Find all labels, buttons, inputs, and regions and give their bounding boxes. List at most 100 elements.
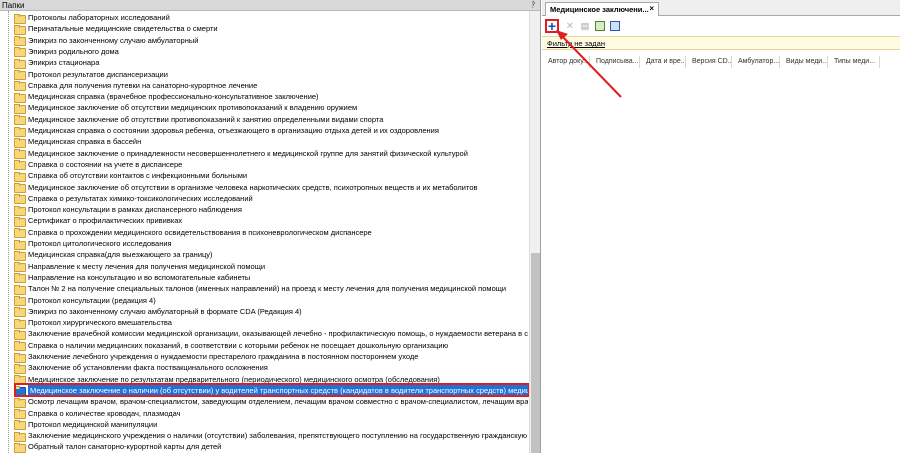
folder-icon bbox=[14, 194, 26, 205]
tree-item[interactable]: Справка о состоянии на учете в диспансер… bbox=[14, 159, 183, 171]
tree-item[interactable]: Медицинское заключение по результатам пр… bbox=[14, 374, 440, 386]
scrollbar-thumb[interactable] bbox=[531, 253, 540, 453]
tree-item[interactable]: Протокол медицинской манипуляции bbox=[14, 419, 157, 431]
folder-icon bbox=[14, 409, 26, 419]
tree-item[interactable]: Перинатальные медицинские свидетельства … bbox=[14, 23, 218, 35]
filter-label[interactable]: Фильтр не задан bbox=[547, 39, 605, 48]
tree-item[interactable]: Талон № 2 на получение специальных талон… bbox=[14, 283, 506, 295]
tree-item[interactable]: Направление на консультацию и во вспомог… bbox=[14, 272, 250, 284]
grid-column-header[interactable]: Версия CD... bbox=[686, 56, 732, 68]
tree-item[interactable]: Сертификат о профилактических прививках bbox=[14, 215, 183, 227]
tree-item[interactable]: Эпикриз по законченному случаю амбулатор… bbox=[14, 306, 302, 318]
plus-icon[interactable]: + bbox=[545, 19, 559, 33]
folder-icon bbox=[14, 36, 26, 47]
folder-icon bbox=[14, 273, 26, 284]
tree-item-label: Медицинская справка в бассейн bbox=[28, 137, 142, 147]
tree-item[interactable]: Эпикриз родильного дома bbox=[14, 46, 119, 58]
tree-item[interactable]: Обратный талон санаторно-курортной карты… bbox=[14, 441, 222, 453]
grid-column-header[interactable]: Типы меди... bbox=[828, 56, 880, 68]
tree-item[interactable]: Протоколы лабораторных исследований bbox=[14, 12, 170, 24]
folder-icon bbox=[14, 137, 26, 148]
tree-item-label: Обратный талон санаторно-курортной карты… bbox=[28, 442, 222, 452]
folder-icon bbox=[14, 47, 26, 58]
folder-icon bbox=[14, 397, 26, 408]
tree-item[interactable]: Медицинская справка в бассейн bbox=[14, 136, 142, 148]
tree-item[interactable]: Осмотр лечащим врачом, врачом-специалист… bbox=[14, 396, 528, 408]
folder-icon bbox=[14, 126, 26, 137]
document-panel: Медицинское заключени... × + ✕ ▤ Фильтр … bbox=[542, 0, 900, 453]
grid-column-header[interactable]: Подписыва... bbox=[590, 56, 640, 68]
grid-column-header[interactable]: Амбулатор... bbox=[732, 56, 780, 68]
tree-item[interactable]: Справка для получения путевки на санатор… bbox=[14, 80, 258, 92]
tree-item-label: Справка для получения путевки на санатор… bbox=[28, 80, 258, 90]
tree-item[interactable]: Медицинское заключение о принадлежности … bbox=[14, 148, 468, 160]
tree-item[interactable]: Медицинская справка (врачебное профессио… bbox=[14, 91, 319, 103]
folder-icon bbox=[14, 431, 26, 442]
tree-item-label: Протокол хирургического вмешательства bbox=[28, 318, 172, 328]
tree-item[interactable]: Медицинское заключение об отсутствии про… bbox=[14, 114, 384, 126]
tree-item-label: Справка о состоянии на учете в диспансер… bbox=[28, 159, 183, 169]
folder-icon bbox=[14, 284, 26, 295]
pin-icon[interactable]: ᚹ bbox=[531, 0, 536, 9]
filter-bar[interactable]: Фильтр не задан bbox=[542, 36, 900, 50]
tree-item[interactable]: Справка о количестве кроводач, плазмодач bbox=[14, 408, 181, 419]
tree-item-label: Справка о результатах химико-токсикологи… bbox=[28, 193, 253, 203]
folders-panel: Папки ᚹ Протоколы лабораторных исследова… bbox=[0, 0, 541, 453]
folder-icon bbox=[14, 13, 26, 24]
tree-item-label: Заключение медицинского учреждения о нал… bbox=[28, 431, 528, 441]
tree-item[interactable]: Заключение об установлении факта поствак… bbox=[14, 362, 268, 374]
tree-item-label: Направление к месту лечения для получени… bbox=[28, 261, 266, 271]
tree-item[interactable]: Медицинское заключение об отсутствии в о… bbox=[14, 182, 478, 193]
grid-column-header[interactable]: Дата и вре... bbox=[640, 56, 686, 68]
tree-item[interactable]: Медицинское заключение об отсутствии мед… bbox=[14, 102, 357, 114]
folder-icon bbox=[14, 58, 26, 69]
tree-item-label: Заключение врачебной комиссии медицинско… bbox=[28, 329, 528, 339]
tree-item[interactable]: Заключение медицинского учреждения о нал… bbox=[14, 430, 528, 442]
delete-icon[interactable]: ✕ bbox=[563, 19, 577, 33]
tree-item[interactable]: Протокол результатов диспансеризации bbox=[14, 69, 168, 80]
refresh-icon[interactable] bbox=[608, 19, 622, 33]
folder-icon bbox=[14, 81, 26, 92]
tree-item[interactable]: Медицинская справка(для выезжающего за г… bbox=[14, 249, 213, 261]
toolbar: + ✕ ▤ bbox=[542, 18, 900, 34]
open-icon[interactable]: ▤ bbox=[578, 19, 592, 33]
folder-icon bbox=[14, 352, 26, 363]
tree-item-label: Медицинская справка(для выезжающего за г… bbox=[28, 250, 213, 260]
grid-column-header[interactable]: Виды меди... bbox=[780, 56, 828, 68]
tree-item[interactable]: Протокол цитологического исследования bbox=[14, 238, 172, 250]
tree-item-label: Протокол результатов диспансеризации bbox=[28, 69, 168, 79]
tree-item[interactable]: Справка о наличии медицинских показаний,… bbox=[14, 340, 448, 352]
close-icon[interactable]: × bbox=[649, 4, 654, 13]
folder-icon bbox=[14, 92, 26, 103]
tree-item-label: Сертификат о профилактических прививках bbox=[28, 216, 183, 226]
tree-item-label: Медицинское заключение об отсутствии про… bbox=[28, 114, 384, 124]
tree-item[interactable]: Справка о результатах химико-токсикологи… bbox=[14, 193, 253, 205]
tree-item[interactable]: Справка об отсутствии контактов с инфекц… bbox=[14, 170, 248, 182]
folder-tree: Протоколы лабораторных исследований Перин… bbox=[0, 11, 528, 453]
tree-item[interactable]: Протокол консультации в рамках диспансер… bbox=[14, 204, 242, 216]
tab-medical-conclusion[interactable]: Медицинское заключени... × bbox=[545, 2, 659, 16]
tree-item[interactable]: Эпикриз по законченному случаю амбулатор… bbox=[14, 35, 198, 47]
tree-item[interactable]: Протокол консультации (редакция 4) bbox=[14, 295, 156, 306]
tree-item[interactable]: Эпикриз стационара bbox=[14, 57, 99, 69]
grid-column-header[interactable]: Автор доку... bbox=[542, 56, 590, 68]
tree-item[interactable]: Протокол хирургического вмешательства bbox=[14, 317, 172, 329]
tree-item[interactable]: Медицинское заключение о наличии (об отс… bbox=[14, 384, 528, 397]
export-icon[interactable] bbox=[593, 19, 607, 33]
folder-icon bbox=[14, 24, 26, 35]
folder-icon bbox=[14, 205, 26, 216]
vertical-scrollbar[interactable] bbox=[529, 11, 540, 453]
tree-item-label: Эпикриз родильного дома bbox=[28, 46, 119, 56]
tab-label: Медицинское заключени... bbox=[550, 5, 649, 14]
tree-item[interactable]: Направление к месту лечения для получени… bbox=[14, 261, 266, 273]
tree-item-label: Справка о прохождении медицинского освид… bbox=[28, 227, 372, 237]
folder-icon bbox=[14, 250, 26, 261]
folder-icon bbox=[14, 70, 26, 80]
tree-item-label: Эпикриз по законченному случаю амбулатор… bbox=[28, 306, 302, 316]
tree-item[interactable]: Заключение лечебного учреждения о нуждае… bbox=[14, 351, 418, 363]
tree-item[interactable]: Заключение врачебной комиссии медицинско… bbox=[14, 328, 528, 340]
tree-item[interactable]: Медицинская справка о состоянии здоровья… bbox=[14, 125, 439, 137]
tree-item[interactable]: Справка о прохождении медицинского освид… bbox=[14, 227, 372, 239]
folder-icon bbox=[14, 442, 26, 453]
tree-item-label: Справка об отсутствии контактов с инфекц… bbox=[28, 171, 248, 181]
